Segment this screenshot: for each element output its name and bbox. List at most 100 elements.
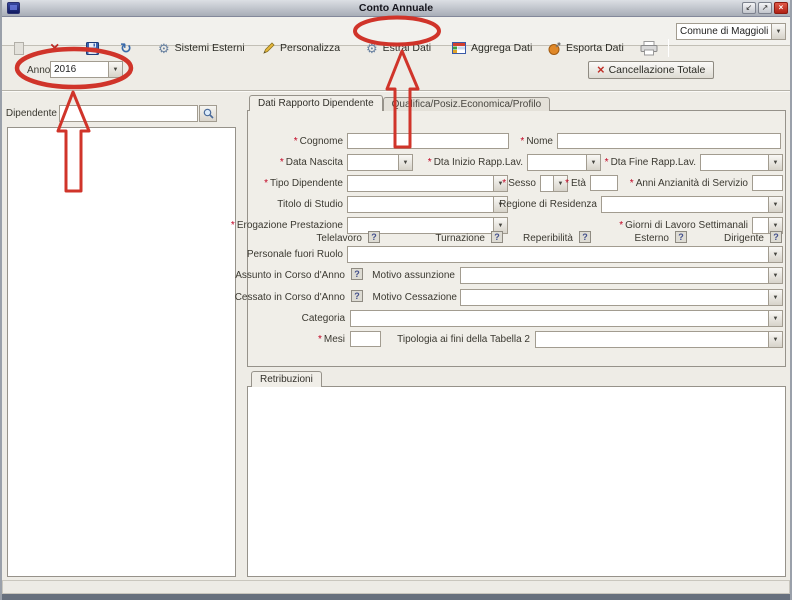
- tab-dati-rapporto-dipendente[interactable]: Dati Rapporto Dipendente: [249, 95, 383, 111]
- chevron-down-icon: ▼: [773, 252, 779, 258]
- cognome-label: *Cognome: [294, 136, 343, 147]
- reperibilita-label: Reperibilità: [523, 233, 573, 244]
- anno-select[interactable]: 2016 ▼: [50, 61, 123, 78]
- cognome-input[interactable]: [347, 133, 509, 149]
- personale-fuori-ruolo-label: Personale fuori Ruolo: [247, 249, 343, 260]
- dta-fine-select[interactable]: ▼: [700, 154, 783, 171]
- horizontal-divider: [0, 90, 792, 92]
- cancellazione-totale-label: Cancellazione Totale: [609, 64, 706, 76]
- toolbar: × ↻ ⚙ Sistemi Esterni Personalizza ⚙ Est…: [0, 17, 792, 46]
- office-select[interactable]: Comune di Maggioli ▼: [676, 23, 786, 40]
- printer-icon: [640, 41, 658, 56]
- tab-retribuzioni[interactable]: Retribuzioni: [251, 371, 322, 387]
- dipendente-list[interactable]: [7, 127, 236, 577]
- anni-anzianita-input[interactable]: [752, 175, 783, 191]
- tipologia-select[interactable]: ▼: [535, 331, 783, 348]
- chevron-down-icon: ▼: [776, 29, 782, 35]
- titlebar: Conto Annuale ↙ ↗ ×: [0, 0, 792, 17]
- refresh-button[interactable]: ↻: [120, 38, 132, 58]
- dirigente-flag[interactable]: ?: [770, 231, 782, 243]
- chevron-down-icon: ▼: [773, 337, 779, 343]
- giorni-lavoro-label: *Giorni di Lavoro Settimanali: [619, 220, 748, 231]
- chevron-down-icon: ▼: [113, 67, 119, 73]
- sistemi-esterni-button[interactable]: ⚙ Sistemi Esterni: [158, 38, 245, 58]
- window-bottom-edge: [0, 594, 792, 600]
- data-nascita-select[interactable]: ▼: [347, 154, 413, 171]
- motivo-cessazione-select[interactable]: ▼: [460, 289, 783, 306]
- dipendente-label: Dipendente: [6, 108, 57, 119]
- anni-anzianita-label: *Anni Anzianità di Servizio: [630, 178, 748, 189]
- window-title: Conto Annuale: [0, 2, 792, 14]
- tab-qualifica-posiz-economica-profilo[interactable]: Qualifica/Posiz.Economica/Profilo: [383, 97, 551, 111]
- retribuzioni-panel[interactable]: [247, 386, 786, 577]
- dta-fine-label: *Dta Fine Rapp.Lav.: [605, 157, 696, 168]
- refresh-icon: ↻: [120, 41, 132, 55]
- aggrega-dati-label: Aggrega Dati: [471, 42, 532, 54]
- table-grid-icon: [452, 42, 466, 54]
- close-icon: ×: [779, 4, 784, 12]
- chevron-down-icon: ▼: [773, 316, 779, 322]
- nome-label: *Nome: [520, 136, 553, 147]
- regione-residenza-label: Regione di Residenza: [499, 199, 597, 210]
- telelavoro-flag[interactable]: ?: [368, 231, 380, 243]
- mesi-input[interactable]: [350, 331, 381, 347]
- titolo-studio-select[interactable]: ▼: [347, 196, 508, 213]
- status-bar: [2, 580, 790, 594]
- personale-fuori-ruolo-select[interactable]: ▼: [347, 246, 783, 263]
- anno-select-value: 2016: [51, 62, 108, 77]
- tipo-dipendente-select[interactable]: ▼: [347, 175, 508, 192]
- dta-inizio-label: *Dta Inizio Rapp.Lav.: [428, 157, 523, 168]
- dirigente-label: Dirigente: [724, 233, 764, 244]
- window-left-edge: [0, 0, 2, 600]
- anno-select-arrow-button[interactable]: ▼: [108, 62, 122, 77]
- categoria-select[interactable]: ▼: [350, 310, 783, 327]
- personalizza-button[interactable]: Personalizza: [262, 38, 340, 58]
- data-nascita-label: *Data Nascita: [280, 157, 343, 168]
- eta-label: *Età: [565, 178, 586, 189]
- cessato-label: Cessato in Corso d'Anno: [235, 292, 345, 303]
- assunto-flag[interactable]: ?: [351, 268, 363, 280]
- chevron-down-icon: ▼: [498, 223, 504, 229]
- chevron-down-icon: ▼: [773, 202, 779, 208]
- esporta-dati-label: Esporta Dati: [566, 42, 624, 54]
- minimize-button[interactable]: ↙: [742, 2, 756, 14]
- save-button[interactable]: [86, 38, 99, 58]
- delete-x-icon: ×: [50, 42, 59, 55]
- chevron-down-icon: ▼: [773, 295, 779, 301]
- esporta-dati-button[interactable]: Esporta Dati: [548, 38, 624, 58]
- reperibilita-flag[interactable]: ?: [579, 231, 591, 243]
- dipendente-input[interactable]: [59, 105, 198, 122]
- minimize-icon: ↙: [746, 4, 753, 12]
- window-controls: ↙ ↗ ×: [742, 2, 788, 14]
- delete-button[interactable]: ×: [50, 38, 59, 58]
- tipologia-label: Tipologia ai fini della Tabella 2: [397, 334, 530, 345]
- esterno-flag[interactable]: ?: [675, 231, 687, 243]
- eta-input[interactable]: [590, 175, 618, 191]
- dipendente-search-button[interactable]: [199, 105, 217, 122]
- regione-residenza-select[interactable]: ▼: [601, 196, 783, 213]
- turnazione-flag[interactable]: ?: [491, 231, 503, 243]
- print-button[interactable]: [640, 38, 658, 58]
- chevron-down-icon: ▼: [773, 223, 779, 229]
- toolbar-separator: [668, 39, 669, 57]
- cancellazione-totale-button[interactable]: × Cancellazione Totale: [588, 61, 714, 79]
- nome-input[interactable]: [557, 133, 781, 149]
- aggrega-dati-button[interactable]: Aggrega Dati: [452, 38, 532, 58]
- sesso-select[interactable]: ▼: [540, 175, 568, 192]
- maximize-button[interactable]: ↗: [758, 2, 772, 14]
- cessato-flag[interactable]: ?: [351, 290, 363, 302]
- new-button[interactable]: [14, 38, 24, 58]
- titolo-studio-label: Titolo di Studio: [277, 199, 343, 210]
- gears-icon: ⚙: [158, 42, 170, 55]
- office-select-arrow-button[interactable]: ▼: [771, 24, 785, 39]
- personalizza-label: Personalizza: [280, 42, 340, 54]
- maximize-icon: ↗: [762, 4, 769, 12]
- motivo-assunzione-label: Motivo assunzione: [372, 270, 455, 281]
- motivo-assunzione-select[interactable]: ▼: [460, 267, 783, 284]
- dta-inizio-select[interactable]: ▼: [527, 154, 601, 171]
- turnazione-label: Turnazione: [435, 233, 485, 244]
- close-button[interactable]: ×: [774, 2, 788, 14]
- conto-annuale-window: Conto Annuale ↙ ↗ × × ↻ ⚙ Sistemi Estern…: [0, 0, 792, 600]
- chevron-down-icon: ▼: [558, 181, 564, 187]
- estrai-dati-button[interactable]: ⚙ Estrai Dati: [366, 38, 431, 58]
